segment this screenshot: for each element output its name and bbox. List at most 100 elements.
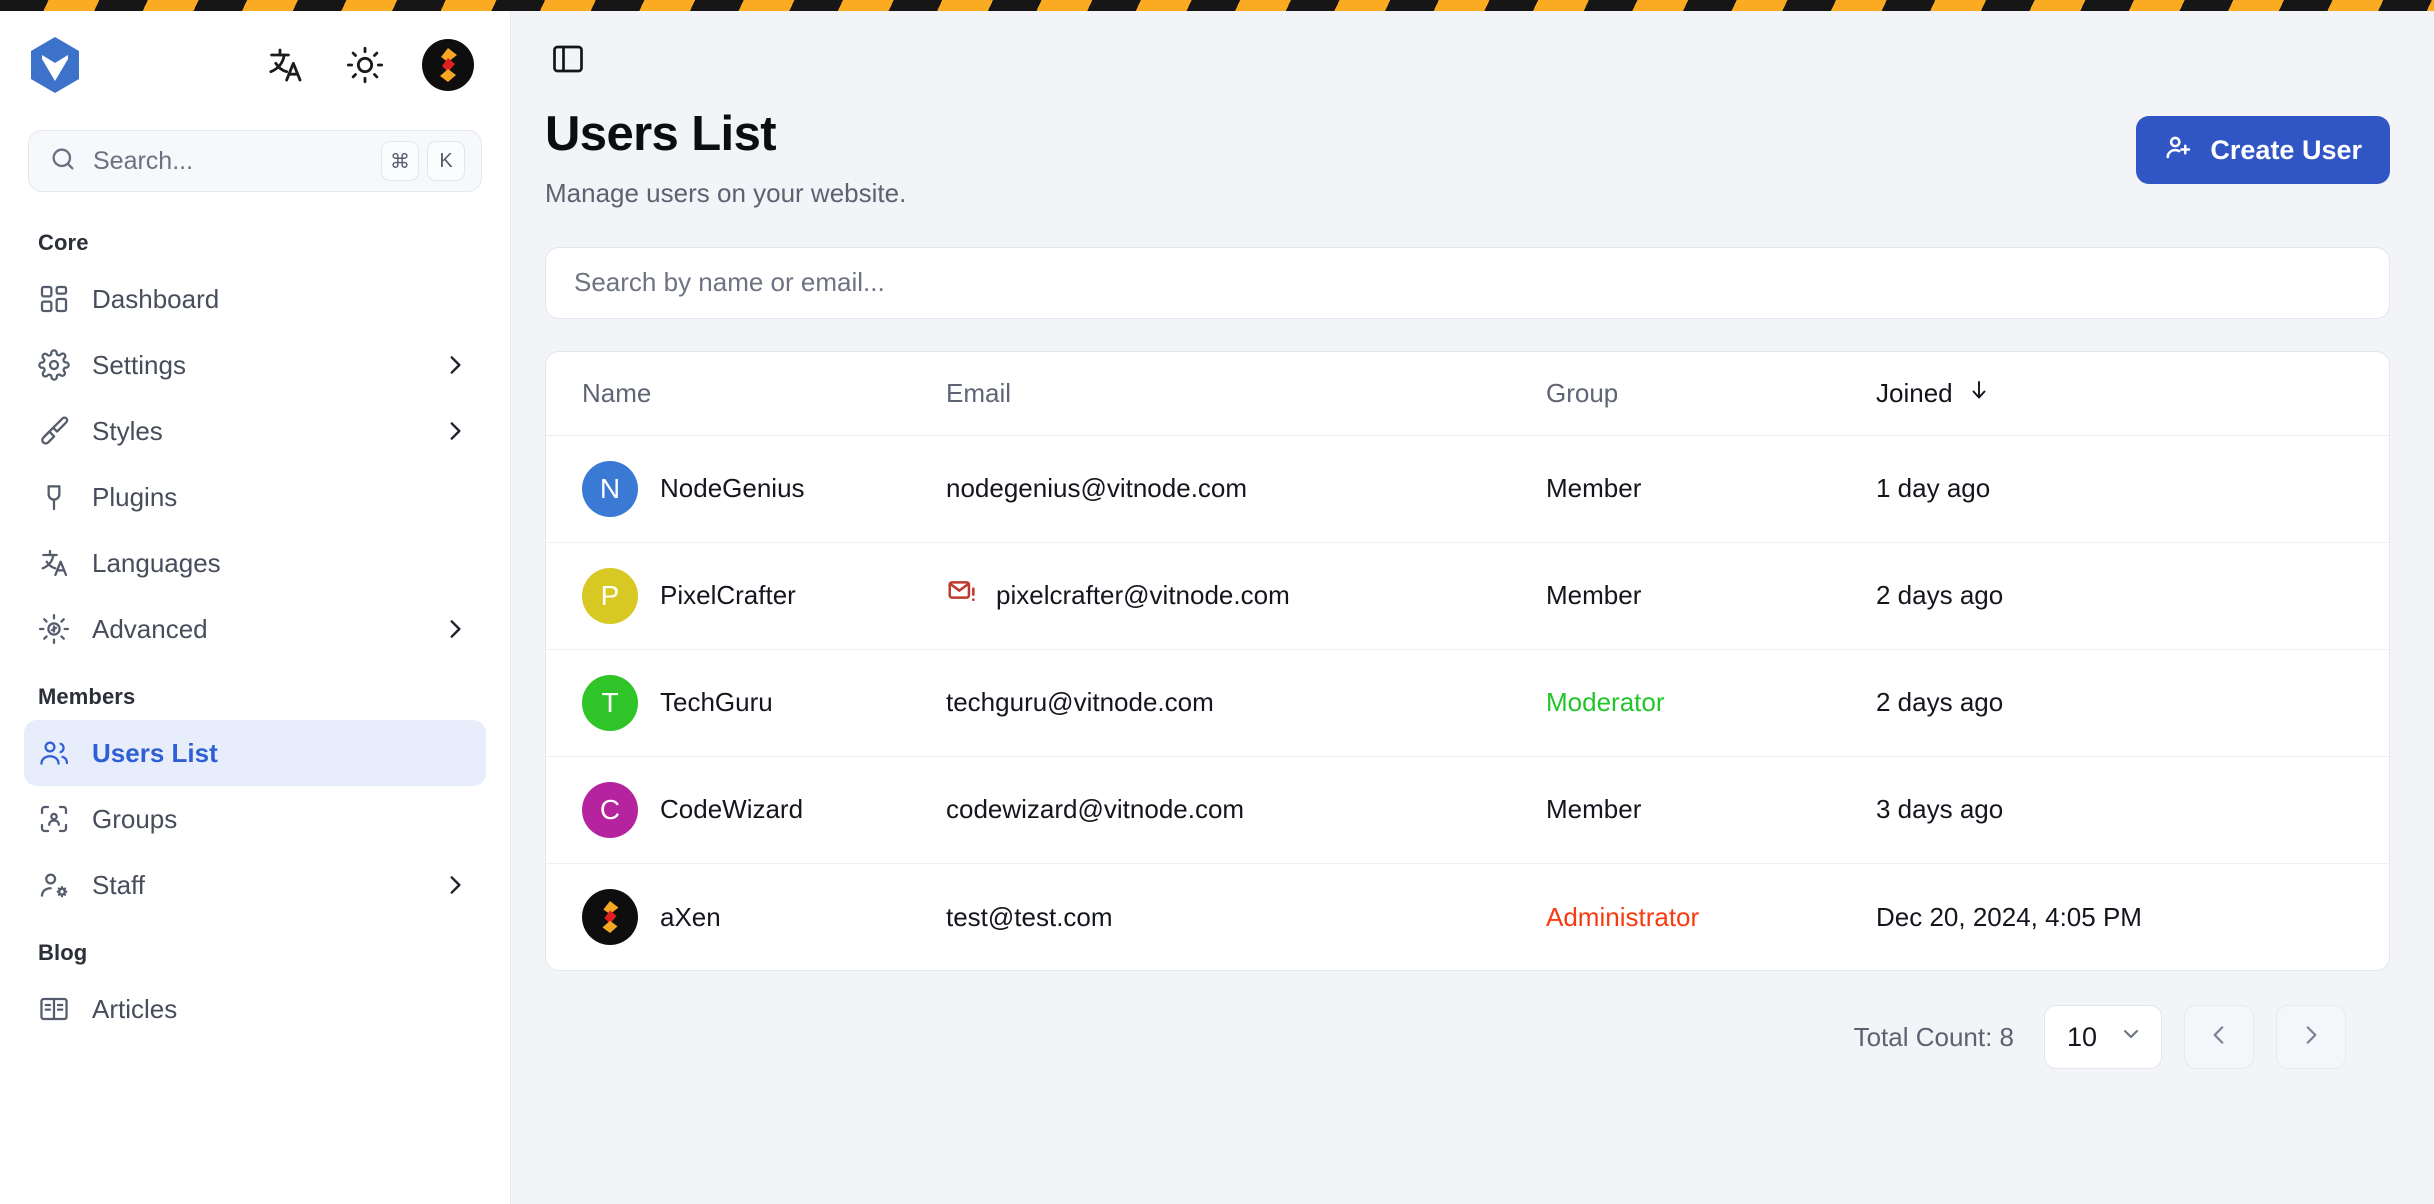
table-search-placeholder: Search by name or email... [574,267,885,298]
pagination: Total Count: 8 10 [545,971,2390,1070]
next-page-button[interactable] [2276,1005,2346,1070]
vitnode-hexagon-logo[interactable] [28,35,82,95]
app-root: Search... ⌘ K Core Dashboard Settings Style… [0,0,2434,1204]
sidebar-item-label: Plugins [92,481,178,512]
sidebar-item-label: Settings [92,349,186,380]
user-email: test@test.com [946,901,1113,932]
chevron-right-icon [442,616,468,642]
cell-actions [2346,435,2389,543]
user-plus-icon [2164,132,2194,169]
sidebar-item-label: Staff [92,869,146,900]
cell-email: nodegenius@vitnode.com [946,435,1546,543]
table-search-input[interactable]: Search by name or email... [545,246,2390,319]
cell-email: techguru@vitnode.com [946,649,1546,757]
prev-page-button[interactable] [2184,1005,2254,1070]
mail-warning-icon [946,576,978,615]
sidebar-item-users-list[interactable]: Users List [24,720,486,786]
joined-date: 1 day ago [1876,473,1991,504]
cell-actions [2346,756,2389,864]
avatar-initial: N [599,472,621,504]
cell-actions [2346,863,2389,970]
group-badge: Member [1546,473,1642,504]
sidebar-group-label-members: Members [38,684,136,709]
sidebar-item-groups[interactable]: Groups [24,786,486,852]
user-cog-icon [38,869,70,901]
sidebar-item-label: Articles [92,993,178,1024]
column-header-joined-label: Joined [1876,377,1953,408]
search-shortcut: ⌘ K [381,141,465,181]
page-size-select[interactable]: 10 [2044,1005,2162,1070]
column-header-name[interactable]: Name [546,351,946,436]
panel-left-icon[interactable] [545,36,591,82]
users-table-card: Name Email Group Joined N NodeGenius nod… [545,350,2390,972]
main-content: Users List Manage users on your website.… [511,0,2434,1204]
joined-date: Dec 20, 2024, 4:05 PM [1876,901,2142,932]
translate-icon[interactable] [262,42,308,88]
create-user-button[interactable]: Create User [2136,116,2390,184]
table-row[interactable]: C CodeWizard codewizard@vitnode.com Member 3… [546,756,2389,864]
avatar: T [582,674,638,731]
user-email: codewizard@vitnode.com [946,794,1245,825]
sidebar: Search... ⌘ K Core Dashboard Settings Style… [0,0,511,1204]
user-name: CodeWizard [660,794,804,825]
kbd-key: K [427,141,465,181]
eye-icon[interactable] [2346,579,2389,613]
sidebar-group-label-core: Core [38,230,89,255]
group-badge: Administrator [1546,901,1700,932]
group-badge: Moderator [1546,687,1665,718]
sidebar-item-styles[interactable]: Styles [24,398,486,464]
cell-joined: 1 day ago [1876,435,2346,543]
cog-spokes-icon [38,613,70,645]
cell-email: codewizard@vitnode.com [946,756,1546,864]
sidebar-item-articles[interactable]: Articles [24,976,486,1042]
sidebar-item-label: Users List [92,737,218,768]
content-area: Search by name or email... Name Email Gr… [511,209,2434,1070]
avatar: P [582,567,638,624]
search-input[interactable]: Search... ⌘ K [28,130,482,192]
cell-group: Member [1546,435,1876,543]
cell-email: pixelcrafter@vitnode.com [946,542,1546,650]
table-header-row: Name Email Group Joined [546,351,2389,436]
cell-group: Administrator [1546,863,1876,970]
eye-icon[interactable] [2346,686,2389,720]
cell-email: test@test.com [946,863,1546,970]
avatar-initial: T [601,686,619,718]
table-row[interactable]: P PixelCrafter pixelcrafter@vitnode.com Mem… [546,542,2389,650]
sidebar-item-staff[interactable]: Staff [24,852,486,918]
column-header-joined[interactable]: Joined [1876,351,2346,436]
eye-icon[interactable] [2346,793,2389,827]
column-header-group[interactable]: Group [1546,351,1876,436]
sidebar-item-advanced[interactable]: Advanced [24,596,486,662]
sidebar-header [0,11,510,118]
sidebar-item-label: Groups [92,803,178,834]
sidebar-item-plugins[interactable]: Plugins [24,464,486,530]
table-row[interactable]: aXen test@test.com Administrator Dec 20, 20… [546,863,2389,970]
sidebar-item-languages[interactable]: Languages [24,530,486,596]
cell-name: C CodeWizard [546,756,946,864]
table-row[interactable]: N NodeGenius nodegenius@vitnode.com Member 1… [546,435,2389,543]
cell-joined: 3 days ago [1876,756,2346,864]
sun-icon[interactable] [342,42,388,88]
eye-icon[interactable] [2346,472,2389,506]
sidebar-item-dashboard[interactable]: Dashboard [24,266,486,332]
users-table: Name Email Group Joined N NodeGenius nod… [546,351,2389,971]
user-name: aXen [660,901,721,932]
avatar-initial: P [600,579,620,611]
user-name: NodeGenius [660,473,805,504]
arrow-down-icon [1967,378,1991,409]
page-title: Users List [545,107,777,161]
avatar [582,889,638,946]
book-open-icon [38,993,70,1025]
user-email: nodegenius@vitnode.com [946,473,1248,504]
translate-icon [38,547,70,579]
eye-icon[interactable] [2346,900,2389,934]
chevron-left-icon [2206,1022,2232,1053]
group-frame-icon [38,803,70,835]
column-header-email[interactable]: Email [946,351,1546,436]
sidebar-item-label: Dashboard [92,283,220,314]
kbd-modifier: ⌘ [381,141,419,181]
table-row[interactable]: T TechGuru techguru@vitnode.com Moderator 2 … [546,649,2389,757]
cell-group: Moderator [1546,649,1876,757]
user-avatar[interactable] [422,38,474,91]
sidebar-item-settings[interactable]: Settings [24,332,486,398]
